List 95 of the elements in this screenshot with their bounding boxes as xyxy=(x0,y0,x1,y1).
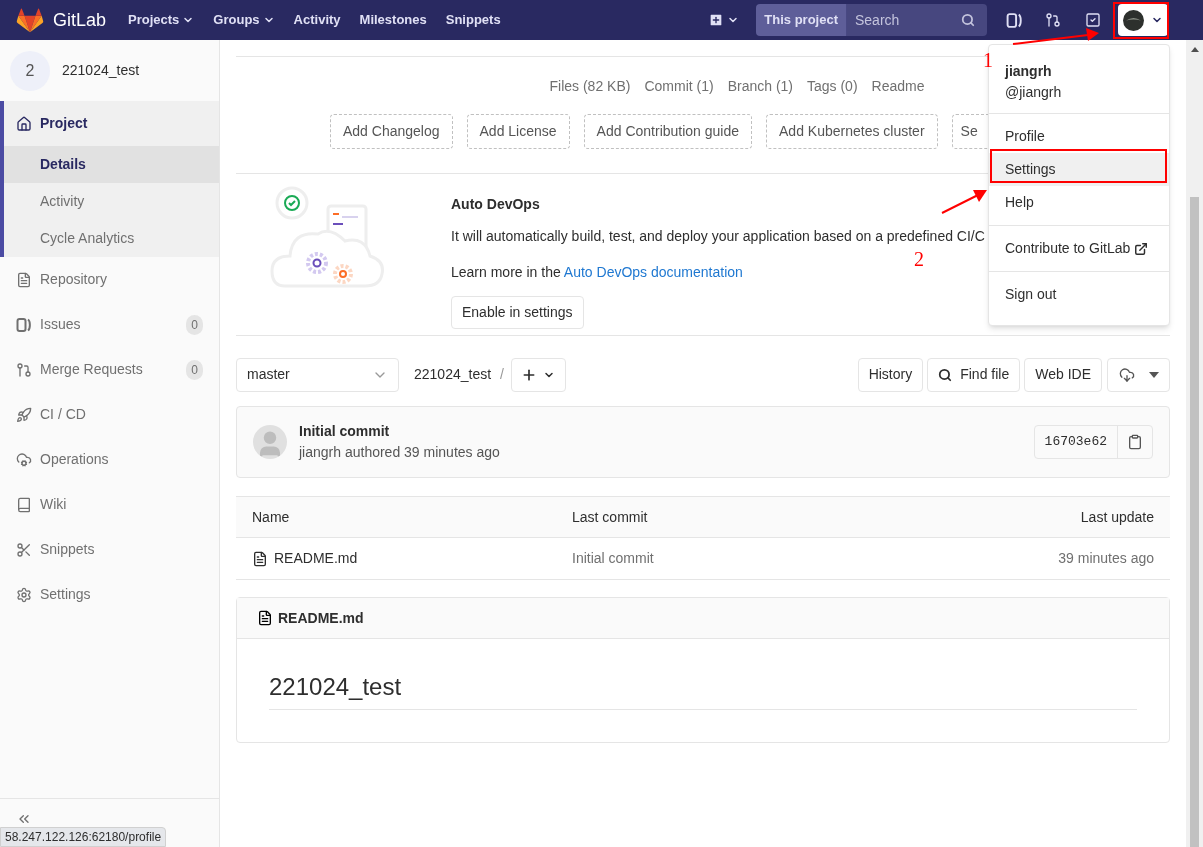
search-input[interactable]: Search xyxy=(855,9,961,31)
table-cell[interactable]: Initial commit xyxy=(572,548,954,569)
issues-icon xyxy=(16,316,32,333)
avatar-icon xyxy=(1123,9,1144,31)
column-header: Name xyxy=(252,507,291,527)
menu-item[interactable]: Contribute to GitLab xyxy=(989,232,1169,265)
project-stat-link[interactable]: Commit (1) xyxy=(644,76,714,97)
sidebar-subitem[interactable]: Activity xyxy=(4,183,219,220)
nav-link[interactable]: Activity xyxy=(293,10,341,30)
quick-action-button[interactable]: Add License xyxy=(466,114,570,149)
breadcrumb-link[interactable]: 221024_test xyxy=(414,364,492,385)
scissors-icon xyxy=(16,541,32,558)
menu-item[interactable]: Settings xyxy=(989,153,1169,186)
nav-link[interactable]: Projects xyxy=(128,10,195,30)
annotation-arrow xyxy=(941,190,987,214)
project-name[interactable]: 221024_test xyxy=(62,60,140,81)
search-icon xyxy=(961,13,975,27)
todo-icon[interactable] xyxy=(1085,12,1101,28)
commit-title[interactable]: Initial commit xyxy=(299,421,500,442)
auto-devops-description: It will automatically build, test, and deploy your application based on a predefined CI/C xyxy=(451,227,985,246)
brand-name[interactable]: GitLab xyxy=(53,6,107,34)
count-badge: 0 xyxy=(186,359,203,380)
rocket-icon xyxy=(16,406,32,423)
tree-action-button[interactable]: Web IDE xyxy=(1024,357,1102,392)
documentation-link[interactable]: Auto DevOps documentation xyxy=(563,264,743,280)
column-header: Last update xyxy=(1079,507,1154,527)
search-icon xyxy=(938,367,953,382)
annotation-number: 2 xyxy=(914,247,924,272)
gitlab-logo-icon[interactable] xyxy=(16,7,44,33)
settings-icon xyxy=(16,586,32,603)
merge-request-icon[interactable] xyxy=(1045,12,1061,28)
add-file-button[interactable] xyxy=(510,357,566,392)
commit-meta: jiangrh authored 39 minutes ago xyxy=(299,443,500,462)
home-icon xyxy=(16,115,32,132)
search-field[interactable]: Search xyxy=(847,4,987,36)
project-stat-link[interactable]: Readme xyxy=(871,76,925,97)
project-stat-link[interactable]: Tags (0) xyxy=(807,76,858,97)
sidebar-item[interactable]: Snippets xyxy=(0,527,219,572)
file-icon xyxy=(252,550,268,567)
user-name: jiangrh xyxy=(1005,62,1052,81)
sidebar-subitem[interactable]: Details xyxy=(4,146,219,183)
sidebar-item[interactable]: Repository xyxy=(0,257,219,302)
issues-icon[interactable] xyxy=(1006,11,1023,29)
menu-item[interactable]: Sign out xyxy=(989,278,1169,311)
document-icon xyxy=(16,271,32,288)
menu-item[interactable]: Profile xyxy=(989,120,1169,153)
user-avatar-button[interactable] xyxy=(1118,4,1168,36)
sidebar-subitem[interactable]: Cycle Analytics xyxy=(4,220,219,257)
count-badge: 0 xyxy=(186,314,203,335)
path-separator: / xyxy=(500,365,504,384)
tree-action-button[interactable]: Find file xyxy=(927,357,1021,392)
table-cell-text: 39 minutes ago xyxy=(1057,549,1154,568)
project-stat-link[interactable]: Branch (1) xyxy=(727,76,793,97)
auto-devops-title: Auto DevOps xyxy=(451,195,540,214)
tree-action-button[interactable]: History xyxy=(857,357,924,392)
plus-square-icon xyxy=(708,12,725,28)
nav-link[interactable]: Snippets xyxy=(445,10,501,30)
sidebar-item[interactable]: Settings xyxy=(0,572,219,617)
clipboard-icon xyxy=(1127,434,1143,450)
annotation-number: 1 xyxy=(983,48,993,73)
enable-in-settings-button[interactable]: Enable in settings xyxy=(451,296,584,329)
sidebar-item[interactable]: Project xyxy=(4,101,219,146)
quick-action-button[interactable]: Add Changelog xyxy=(330,114,453,149)
cloud-gear-icon xyxy=(16,451,32,468)
search-scope-button[interactable]: This project xyxy=(756,4,847,36)
nav-link[interactable]: Groups xyxy=(213,10,275,30)
merge-request-icon xyxy=(16,361,32,378)
status-url: 58.247.122.126:62180/profile xyxy=(0,827,167,847)
book-icon xyxy=(16,496,32,513)
quick-action-button[interactable]: Add Contribution guide xyxy=(583,114,753,149)
readme-heading: 221024_test xyxy=(269,669,1137,710)
file-link[interactable]: README.md xyxy=(252,548,572,569)
project-avatar: 2 xyxy=(10,50,50,91)
quick-action-button[interactable]: Add Kubernetes cluster xyxy=(766,114,938,149)
file-icon xyxy=(257,610,273,626)
sidebar-item[interactable]: Operations xyxy=(0,437,219,482)
learn-more-text: Learn more in the Auto DevOps documentation xyxy=(451,263,744,282)
menu-item[interactable]: Help xyxy=(989,186,1169,219)
readme-filename: README.md xyxy=(278,608,364,628)
sidebar-item[interactable]: Wiki xyxy=(0,482,219,527)
scroll-up-icon[interactable] xyxy=(1190,47,1199,52)
caret-icon xyxy=(1148,371,1159,378)
user-handle: @jiangrh xyxy=(1005,83,1063,102)
nav-link[interactable]: Milestones xyxy=(359,10,427,30)
cloud-download-icon xyxy=(1118,366,1135,383)
highlight-frame xyxy=(1113,2,1169,39)
column-header: Last commit xyxy=(572,507,649,527)
download-button[interactable] xyxy=(1107,357,1170,392)
scrollbar-thumb[interactable] xyxy=(1190,197,1199,847)
project-stat-link[interactable]: Files (82 KB) xyxy=(549,76,631,97)
sidebar-item[interactable]: Merge Requests 0 xyxy=(0,347,219,392)
branch-select[interactable]: master xyxy=(236,357,399,392)
new-item-button[interactable] xyxy=(708,12,740,28)
sidebar-item[interactable]: CI / CD xyxy=(0,392,219,437)
sidebar-item[interactable]: Issues 0 xyxy=(0,302,219,347)
